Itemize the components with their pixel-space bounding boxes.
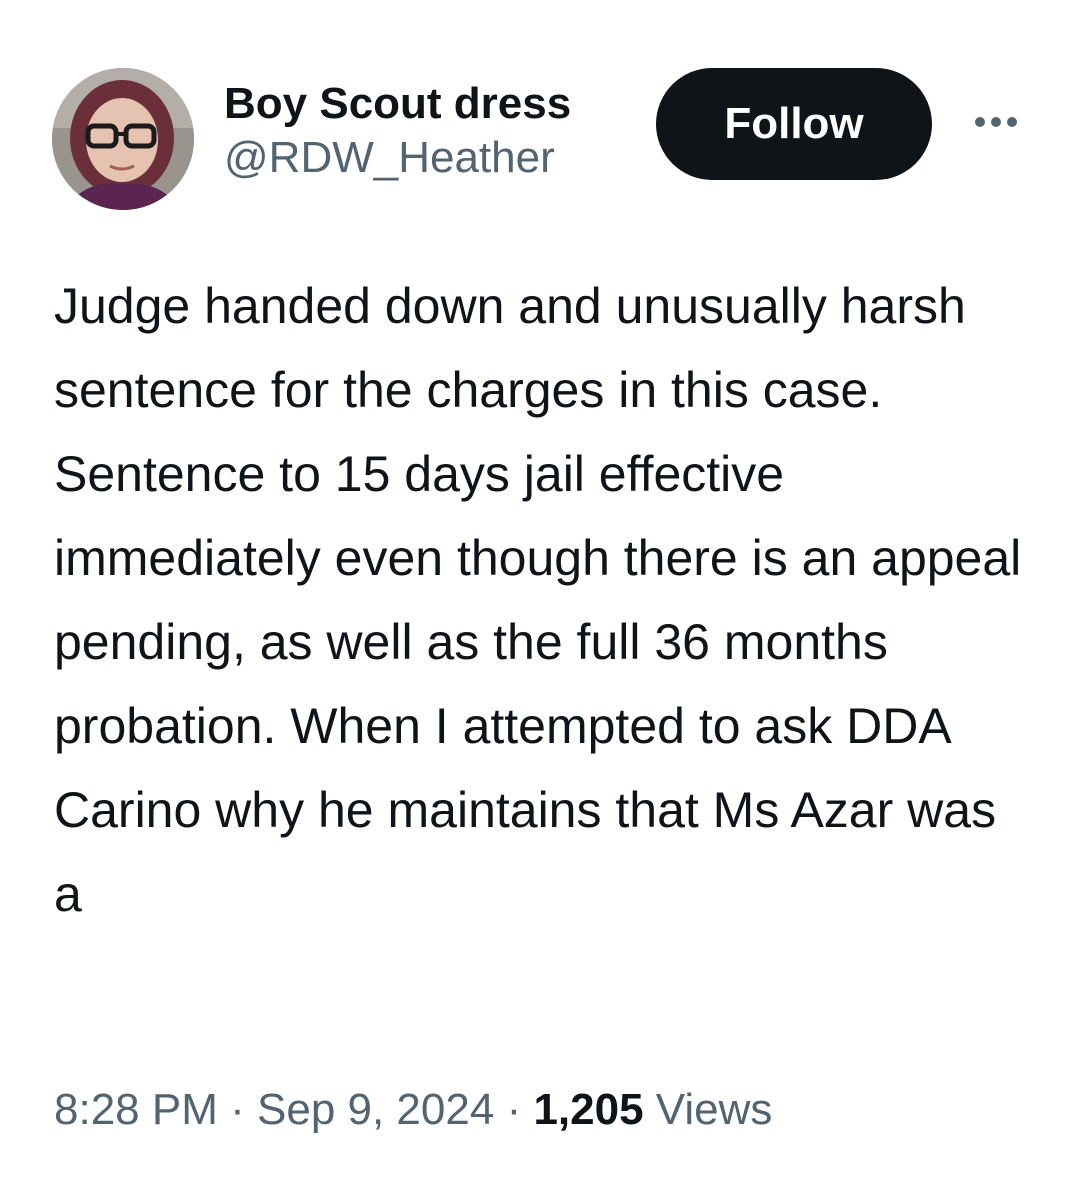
tweet-header: Boy Scout dress @RDW_Heather Follow [52,68,1032,210]
ellipsis-icon [975,117,985,127]
tweet-time[interactable]: 8:28 PM [54,1085,218,1134]
ellipsis-icon [991,117,1001,127]
follow-button[interactable]: Follow [656,68,932,180]
meta-separator: · [230,1085,245,1134]
author-display-name[interactable]: Boy Scout dress [224,78,644,130]
views-count[interactable]: 1,205 [533,1085,643,1134]
tweet-text: Judge handed down and unusually harsh se… [54,278,1022,922]
author-names: Boy Scout dress @RDW_Heather [224,78,644,186]
ellipsis-icon [1007,117,1017,127]
tweet-meta: 8:28 PM · Sep 9, 2024 · 1,205 Views [54,1080,772,1140]
views-label[interactable]: Views [656,1085,773,1134]
avatar[interactable] [52,68,194,210]
more-options-button[interactable] [964,102,1028,142]
meta-separator: · [506,1085,522,1134]
author-handle[interactable]: @RDW_Heather [224,130,644,186]
tweet-card: Boy Scout dress @RDW_Heather Follow Judg… [0,0,1070,1200]
tweet-date[interactable]: Sep 9, 2024 [257,1085,494,1134]
avatar-image [52,68,194,210]
